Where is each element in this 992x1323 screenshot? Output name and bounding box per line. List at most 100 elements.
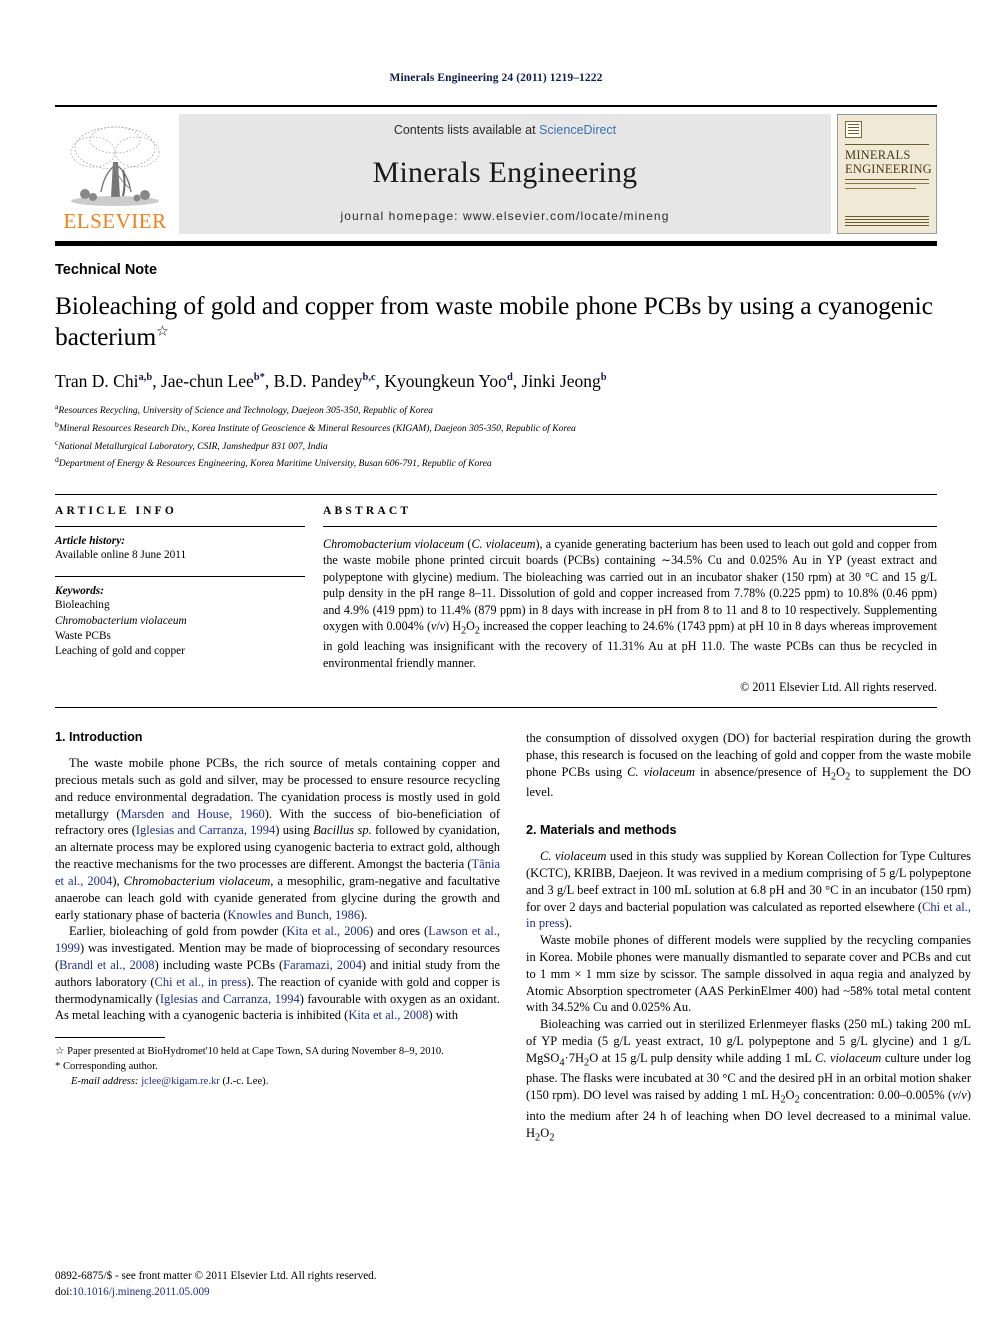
keyword-item: Waste PCBs bbox=[55, 630, 111, 643]
footnote-corresponding-text: Corresponding author. bbox=[62, 1061, 158, 1073]
cover-elsevier-icon bbox=[845, 121, 862, 138]
footnote-star: ☆ Paper presented at BioHydromet'10 held… bbox=[55, 1045, 500, 1060]
doi-label: doi: bbox=[55, 1286, 73, 1299]
elsevier-wordmark: ELSEVIER bbox=[63, 209, 167, 233]
text-run: ) using bbox=[275, 823, 314, 838]
footnote-star-marker: ☆ bbox=[55, 1046, 65, 1058]
cover-title-line2: ENGINEERING bbox=[845, 162, 932, 176]
keywords-rule bbox=[55, 576, 305, 578]
footnote-email: E-mail address: jclee@kigam.re.kr (J.-c.… bbox=[55, 1075, 500, 1090]
article-type-label: Technical Note bbox=[55, 262, 158, 278]
title-footnote-marker: ☆ bbox=[156, 324, 169, 340]
citation-link[interactable]: Iglesias and Carranza, 1994 bbox=[160, 992, 300, 1006]
author-affil-marker: a,b bbox=[138, 372, 153, 384]
text-run: ), bbox=[112, 873, 124, 888]
cover-footer-text bbox=[845, 216, 929, 227]
cover-subtext-2 bbox=[845, 188, 916, 191]
affiliation-item: dDepartment of Energy & Resources Engine… bbox=[55, 454, 937, 472]
italic-run: Chromobacterium violaceum bbox=[123, 873, 271, 888]
italic-run: C. violaceum bbox=[540, 849, 607, 864]
left-column: 1. Introduction The waste mobile phone P… bbox=[55, 730, 500, 1145]
info-abstract-region: ARTICLE INFO Article history: Available … bbox=[55, 494, 937, 695]
affiliation-item: aResources Recycling, University of Scie… bbox=[55, 401, 937, 419]
paragraph: Earlier, bioleaching of gold from powder… bbox=[55, 923, 500, 1024]
text-run: ). bbox=[564, 916, 572, 931]
section-heading-introduction: 1. Introduction bbox=[55, 730, 143, 745]
citation-link[interactable]: Chi et al., in press bbox=[155, 975, 247, 989]
email-label: E-mail address: bbox=[71, 1075, 139, 1087]
info-bottom-rule bbox=[55, 707, 937, 709]
citation-link[interactable]: Kita et al., 2006 bbox=[286, 924, 369, 938]
italic-run: C. violaceum bbox=[814, 1050, 882, 1065]
page-title: Bioleaching of gold and copper from wast… bbox=[55, 290, 937, 352]
author-list: Tran D. Chia,b, Jae-chun Leeb*, B.D. Pan… bbox=[55, 370, 937, 393]
journal-homepage-link[interactable]: journal homepage: www.elsevier.com/locat… bbox=[341, 209, 670, 223]
author-item[interactable]: Jae-chun Leeb*, bbox=[161, 371, 269, 391]
affiliation-item: bMineral Resources Research Div., Korea … bbox=[55, 419, 937, 437]
keyword-item: Leaching of gold and copper bbox=[55, 645, 185, 658]
author-item[interactable]: Tran D. Chia,b, bbox=[55, 371, 157, 391]
running-head: Minerals Engineering 24 (2011) 1219–1222 bbox=[389, 72, 603, 84]
affiliation-text: National Metallurgical Laboratory, CSIR,… bbox=[58, 440, 328, 452]
italic-run: C. violaceum bbox=[627, 764, 695, 779]
journal-masthead: ELSEVIER Contents lists available at Sci… bbox=[55, 105, 937, 234]
author-sep: , bbox=[512, 371, 518, 392]
text-run: the consumption of dissolved oxygen (DO)… bbox=[526, 731, 971, 779]
citation-link[interactable]: Faramazi, 2004 bbox=[283, 958, 362, 972]
italic-run: Bacillus sp. bbox=[313, 823, 372, 838]
article-info-rule bbox=[55, 526, 305, 528]
issn-copyright-line: 0892-6875/$ - see front matter © 2011 El… bbox=[55, 1270, 377, 1283]
author-affil-marker: b* bbox=[253, 372, 265, 384]
author-name: Jae-chun Lee bbox=[160, 371, 254, 392]
text-run: ) with bbox=[428, 1008, 459, 1023]
email-link[interactable]: jclee@kigam.re.kr bbox=[141, 1076, 220, 1087]
article-info-panel: ARTICLE INFO Article history: Available … bbox=[55, 505, 323, 695]
affiliation-text: Resources Recycling, University of Scien… bbox=[58, 405, 433, 417]
elsevier-logo: ELSEVIER bbox=[55, 114, 175, 234]
abstract-species-name: Chromobacterium violaceum bbox=[323, 537, 465, 552]
author-item[interactable]: Kyoungkeun Yood, bbox=[384, 371, 517, 391]
text-run: ). bbox=[360, 907, 368, 922]
contents-prefix: Contents lists available at bbox=[393, 123, 536, 137]
cover-divider-2 bbox=[845, 179, 929, 180]
paragraph: Bioleaching was carried out in sterilize… bbox=[526, 1017, 971, 1144]
author-sep: , bbox=[375, 371, 381, 392]
elsevier-tree-icon bbox=[70, 126, 160, 206]
journal-cover-thumbnail: MINERALS ENGINEERING bbox=[837, 114, 937, 234]
abstract-species-abbrev: C. violaceum bbox=[471, 537, 536, 552]
abstract-body: Chromobacterium violaceum (C. violaceum)… bbox=[323, 537, 937, 670]
paragraph: C. violaceum used in this study was supp… bbox=[526, 848, 971, 932]
citation-link[interactable]: Brandl et al., 2008 bbox=[59, 958, 154, 972]
author-item[interactable]: Jinki Jeongb bbox=[522, 371, 607, 391]
footnote-corresponding: * Corresponding author. bbox=[55, 1060, 500, 1075]
section-heading-materials: 2. Materials and methods bbox=[526, 823, 677, 838]
paragraph: Waste mobile phones of different models … bbox=[526, 933, 971, 1015]
cover-title-line1: MINERALS bbox=[845, 148, 911, 162]
journal-title: Minerals Engineering bbox=[372, 156, 638, 189]
cover-divider bbox=[845, 144, 929, 145]
sciencedirect-link[interactable]: ScienceDirect bbox=[539, 123, 616, 137]
author-name: Kyoungkeun Yoo bbox=[384, 371, 507, 392]
citation-link[interactable]: Marsden and House, 1960 bbox=[121, 807, 265, 821]
cover-title: MINERALS ENGINEERING bbox=[845, 148, 932, 176]
author-item[interactable]: B.D. Pandeyb,c, bbox=[274, 371, 380, 391]
keywords-label: Keywords: bbox=[55, 585, 104, 598]
article-title-text: Bioleaching of gold and copper from wast… bbox=[55, 291, 933, 352]
affiliation-text: Department of Energy & Resources Enginee… bbox=[58, 458, 492, 470]
citation-link[interactable]: Iglesias and Carranza, 1994 bbox=[136, 823, 275, 837]
citation-link[interactable]: Kita et al., 2008 bbox=[348, 1008, 428, 1022]
footnote-separator bbox=[55, 1037, 165, 1039]
citation-link[interactable]: Knowles and Bunch, 1986 bbox=[228, 908, 361, 922]
text-run: ) including waste PCBs ( bbox=[154, 957, 284, 972]
doi-line: doi:10.1016/j.mineng.2011.05.009 bbox=[55, 1285, 377, 1301]
right-column: the consumption of dissolved oxygen (DO)… bbox=[526, 730, 971, 1145]
masthead-center-panel: Contents lists available at ScienceDirec… bbox=[179, 114, 831, 234]
email-suffix: (J.-c. Lee). bbox=[222, 1075, 269, 1087]
abstract-panel: ABSTRACT Chromobacterium violaceum (C. v… bbox=[323, 505, 937, 695]
abstract-rule bbox=[323, 526, 937, 528]
affiliation-list: aResources Recycling, University of Scie… bbox=[55, 401, 937, 472]
cover-subtext-1 bbox=[845, 183, 929, 186]
abstract-heading: ABSTRACT bbox=[323, 505, 412, 518]
body-columns: 1. Introduction The waste mobile phone P… bbox=[55, 730, 971, 1145]
doi-link[interactable]: 10.1016/j.mineng.2011.05.009 bbox=[72, 1286, 209, 1298]
